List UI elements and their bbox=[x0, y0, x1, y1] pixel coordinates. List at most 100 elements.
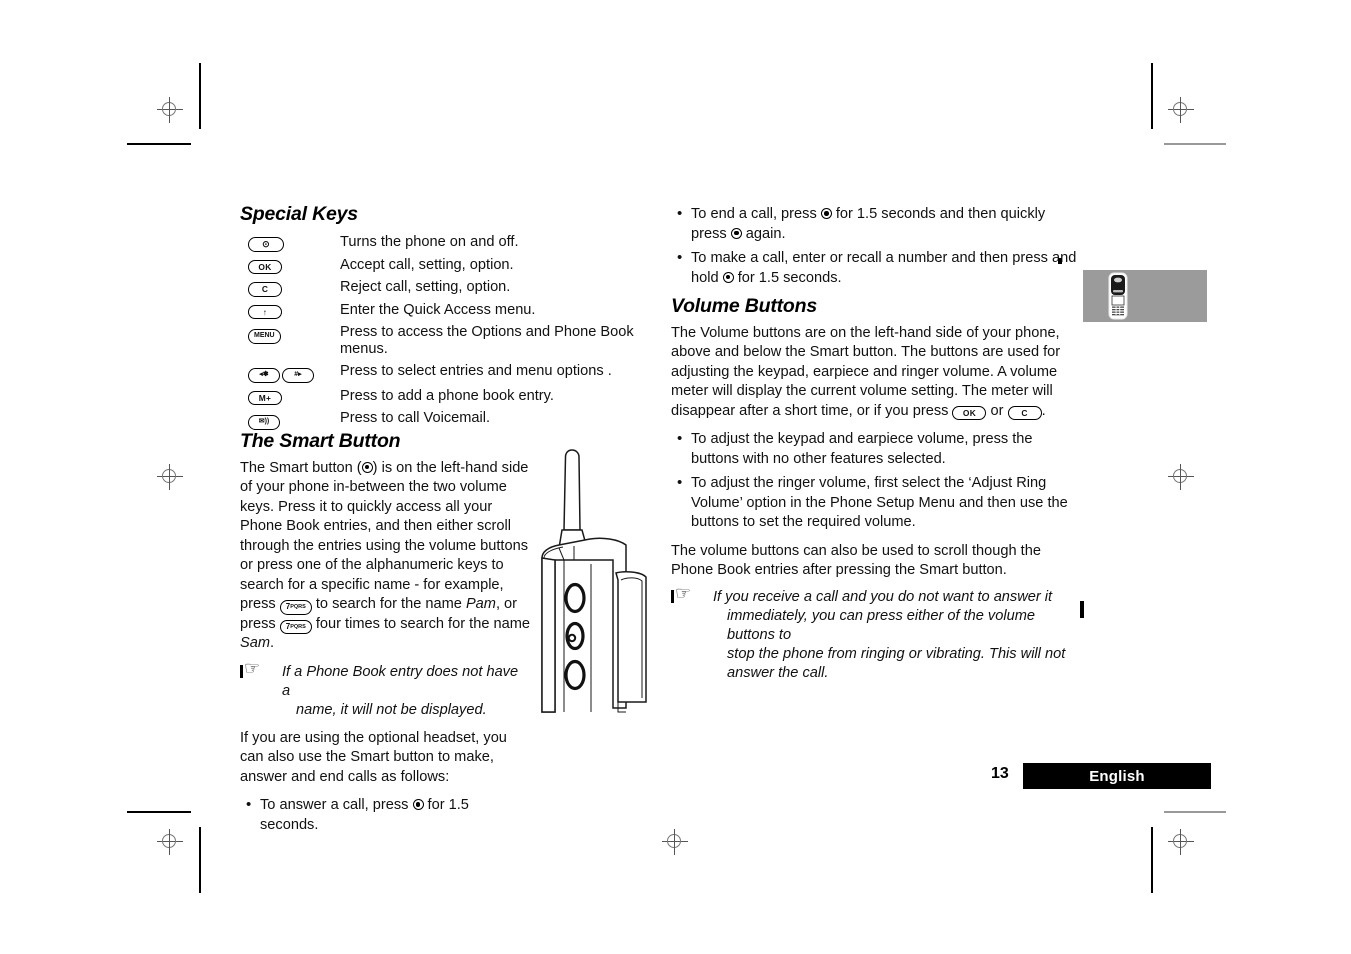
table-row: MENU Press to access the Options and Pho… bbox=[240, 322, 660, 361]
smart-para-text-5: four times to search for the name bbox=[311, 615, 530, 632]
note-line-4: answer the call. bbox=[727, 664, 829, 681]
smart-button-paragraph-1: The Smart button () is on the left-hand … bbox=[240, 459, 530, 654]
smart-button-dot-icon bbox=[722, 271, 734, 283]
smart-para-text-3: to search for the name bbox=[311, 596, 466, 612]
chapter-thumbnail-box bbox=[1083, 270, 1207, 322]
note-smart-button: ☞ If a Phone Book entry does not have a n… bbox=[240, 659, 530, 720]
page-number: 13 bbox=[991, 765, 1009, 782]
phone-thumbnail-icon bbox=[1107, 272, 1129, 320]
bullet-answer-call-text-1: To answer a call, press bbox=[260, 797, 413, 813]
registration-mark-bottom-left bbox=[157, 829, 183, 855]
hand-glyph: ☞ bbox=[675, 582, 692, 604]
crop-line-top-right-horizontal bbox=[1164, 143, 1226, 145]
key-7-letters: PQRS bbox=[290, 604, 306, 610]
pointing-hand-icon: ☞ bbox=[671, 584, 709, 606]
section-heading-volume-buttons: Volume Buttons bbox=[671, 295, 817, 317]
key-7-icon-second: 7PQRS bbox=[279, 619, 312, 634]
table-row: M+ Press to add a phone book entry. bbox=[240, 385, 660, 408]
ok-key-icon: OK bbox=[248, 259, 282, 274]
crop-line-bottom-right-horizontal bbox=[1164, 811, 1226, 813]
note-volume-buttons: ☞ If you receive a call and you do not w… bbox=[671, 584, 1081, 683]
crop-line-top-left-horizontal bbox=[127, 143, 191, 145]
change-bar-upper bbox=[1058, 258, 1062, 264]
note-bar bbox=[671, 589, 675, 603]
right-column: To end a call, press for 1.5 seconds and… bbox=[671, 204, 1081, 692]
volume-para-text-3: . bbox=[1041, 402, 1046, 419]
list-item: To make a call, enter or recall a number… bbox=[671, 248, 1081, 288]
bullet-make-call-text-2: for 1.5 seconds. bbox=[733, 269, 842, 286]
key-7-icon: 7PQRS bbox=[279, 600, 312, 615]
power-key-icon: ⊙ bbox=[248, 237, 284, 252]
note-volume-buttons-text: If you receive a call and you do not wan… bbox=[713, 588, 1081, 683]
list-item: To adjust the keypad and earpiece volume… bbox=[671, 429, 1081, 469]
list-item: To adjust the ringer volume, first selec… bbox=[671, 473, 1081, 533]
volume-buttons-bullet-list: To adjust the keypad and earpiece volume… bbox=[671, 429, 1081, 533]
phone-side-view-illustration bbox=[528, 440, 678, 736]
registration-mark-bottom-right bbox=[1168, 829, 1194, 855]
star-hash-keys-description: Press to select entries and menu options… bbox=[340, 363, 612, 379]
section-heading-special-keys: Special Keys bbox=[240, 203, 358, 225]
note-line-1: If you receive a call and you do not wan… bbox=[713, 588, 1053, 605]
list-item: To end a call, press for 1.5 seconds and… bbox=[671, 204, 1081, 244]
clear-key-icon: C bbox=[248, 282, 282, 297]
smart-button-dot-icon bbox=[820, 208, 832, 219]
registration-mark-top-left bbox=[157, 97, 183, 123]
table-row: ◂✽ #▸ Press to select entries and menu op… bbox=[240, 361, 660, 386]
hash-key-icon: #▸ bbox=[282, 368, 314, 383]
clear-key-cell: C bbox=[240, 277, 340, 300]
voicemail-key-description: Press to call Voicemail. bbox=[340, 410, 491, 426]
smart-para-text-6: . bbox=[270, 635, 275, 651]
registration-mark-mid-left bbox=[157, 464, 183, 490]
key-7-letters-2: PQRS bbox=[290, 623, 306, 630]
crop-line-top-right-vertical bbox=[1151, 63, 1153, 129]
table-row: C Reject call, setting, option. bbox=[240, 277, 660, 300]
up-arrow-key-description: Enter the Quick Access menu. bbox=[340, 301, 536, 318]
language-banner: English bbox=[1023, 763, 1211, 789]
voicemail-key-cell: ✉)) bbox=[240, 408, 340, 433]
crop-line-bottom-right-vertical bbox=[1151, 827, 1153, 893]
manual-page: Special Keys ⊙ Turns the phone on and of… bbox=[0, 0, 1351, 954]
smart-para-text-2: ) is on the left-hand side of your phone… bbox=[240, 459, 529, 613]
smart-button-dot-icon bbox=[361, 461, 373, 473]
memory-plus-key-cell: M+ bbox=[240, 385, 340, 408]
voicemail-key-icon: ✉)) bbox=[248, 415, 280, 430]
volume-buttons-paragraph-1: The Volume buttons are on the left-hand … bbox=[671, 324, 1081, 422]
smart-button-bullet-list: To answer a call, press for 1.5 seconds. bbox=[240, 795, 530, 835]
smart-button-dot-icon bbox=[412, 799, 424, 810]
clear-key-icon: C bbox=[1007, 405, 1042, 420]
up-arrow-key-cell: ↑ bbox=[240, 299, 340, 322]
smart-button-paragraph-2: If you are using the optional headset, y… bbox=[240, 729, 507, 785]
table-row: OK Accept call, setting, option. bbox=[240, 254, 660, 277]
smart-para-text-1: The Smart button ( bbox=[240, 459, 362, 476]
ok-key-icon: OK bbox=[952, 405, 987, 420]
bullet-end-call-text-3: again. bbox=[741, 225, 786, 242]
star-hash-keys-cell: ◂✽ #▸ bbox=[240, 361, 340, 386]
menu-key-icon: MENU bbox=[248, 329, 281, 344]
note-smart-button-text: If a Phone Book entry does not have a nam… bbox=[282, 663, 530, 720]
bullet-end-call-text-1: To end a call, press bbox=[691, 206, 821, 222]
call-bullet-list: To end a call, press for 1.5 seconds and… bbox=[671, 204, 1081, 288]
smart-para-italic-name-1: Pam bbox=[465, 596, 496, 612]
ok-key-description: Accept call, setting, option. bbox=[340, 256, 514, 273]
registration-mark-bottom-center bbox=[662, 829, 688, 855]
power-key-description: Turns the phone on and off. bbox=[340, 234, 519, 250]
table-row: ↑ Enter the Quick Access menu. bbox=[240, 299, 660, 322]
ok-key-cell: OK bbox=[240, 254, 340, 277]
memory-plus-key-icon: M+ bbox=[248, 390, 282, 405]
power-key-cell: ⊙ bbox=[240, 232, 340, 255]
note-line-2: name, it will not be displayed. bbox=[296, 701, 487, 718]
volume-buttons-paragraph-2: The volume buttons can also be used to s… bbox=[671, 542, 1041, 579]
note-line-1: If a Phone Book entry does not have a bbox=[282, 663, 519, 699]
crop-line-top-left-vertical bbox=[199, 63, 201, 129]
change-bar-lower bbox=[1080, 601, 1084, 618]
list-item: To answer a call, press for 1.5 seconds. bbox=[240, 795, 530, 835]
pointing-hand-icon: ☞ bbox=[240, 659, 278, 681]
memory-plus-key-description: Press to add a phone book entry. bbox=[340, 387, 554, 404]
special-keys-table: ⊙ Turns the phone on and off. OK Accept … bbox=[240, 232, 660, 433]
note-line-2: immediately, you can press either of the… bbox=[727, 607, 1035, 643]
smart-para-italic-name-2: Sam bbox=[240, 635, 271, 651]
up-arrow-key-icon: ↑ bbox=[248, 304, 282, 319]
crop-line-bottom-left-vertical bbox=[199, 827, 201, 893]
table-row: ⊙ Turns the phone on and off. bbox=[240, 232, 660, 255]
note-line-3: stop the phone from ringing or vibrating… bbox=[727, 645, 1066, 662]
